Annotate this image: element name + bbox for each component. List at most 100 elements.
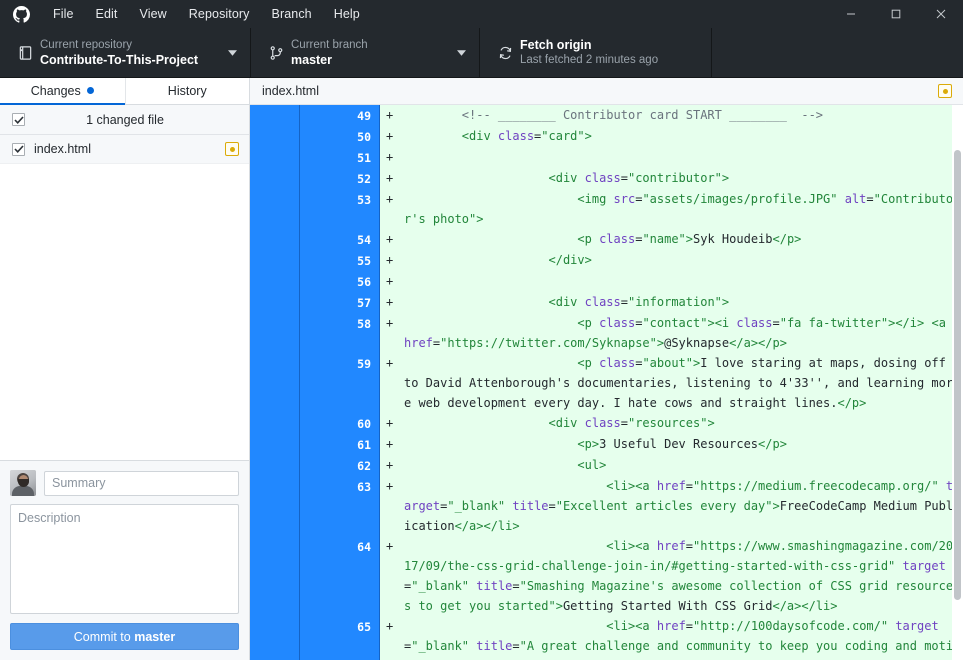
diff-line[interactable]: 63+ <li><a href="https://medium.freecode…	[250, 476, 963, 536]
menu-edit[interactable]: Edit	[85, 0, 129, 28]
diff-line[interactable]: 62+ <ul>	[250, 455, 963, 476]
diff-line-code: <div class="card">	[404, 126, 963, 147]
diff-gutter-old	[250, 147, 300, 168]
diff-line-code	[404, 147, 963, 168]
current-repository-button[interactable]: Current repository Contribute-To-This-Pr…	[0, 28, 251, 77]
diff-gutter-old	[250, 476, 300, 536]
file-checkbox[interactable]	[12, 143, 25, 156]
maximize-icon[interactable]	[873, 0, 918, 28]
diff-line-marker: +	[380, 536, 404, 616]
commit-form: Commit to master	[0, 460, 249, 660]
diff-line-number: 52	[300, 168, 380, 189]
diff-line-marker: +	[380, 455, 404, 476]
select-all-checkbox[interactable]	[12, 113, 25, 126]
diff-file-name: index.html	[262, 84, 938, 98]
title-bar: File Edit View Repository Branch Help	[0, 0, 963, 28]
tab-history[interactable]: History	[125, 78, 250, 105]
diff-line[interactable]: 55+ </div>	[250, 250, 963, 271]
diff-gutter-old	[250, 105, 300, 126]
diff-line[interactable]: 57+ <div class="information">	[250, 292, 963, 313]
current-repository-text: Current repository Contribute-To-This-Pr…	[38, 38, 224, 68]
diff-line-list: 49+ <!-- ________ Contributor card START…	[250, 105, 963, 660]
diff-line[interactable]: 53+ <img src="assets/images/profile.JPG"…	[250, 189, 963, 229]
diff-line-number: 51	[300, 147, 380, 168]
diff-gutter-old	[250, 189, 300, 229]
diff-line-code: <li><a href="https://medium.freecodecamp…	[404, 476, 963, 536]
diff-line-marker: +	[380, 313, 404, 353]
diff-line[interactable]: 61+ <p>3 Useful Dev Resources</p>	[250, 434, 963, 455]
diff-line-code: <div class="contributor">	[404, 168, 963, 189]
diff-line-number: 57	[300, 292, 380, 313]
diff-scroll-area[interactable]: 49+ <!-- ________ Contributor card START…	[250, 105, 963, 660]
menu-help[interactable]: Help	[323, 0, 371, 28]
diff-line-marker: +	[380, 147, 404, 168]
diff-line-marker: +	[380, 353, 404, 413]
diff-line-code: </div>	[404, 250, 963, 271]
diff-gutter-old	[250, 434, 300, 455]
menu-repository[interactable]: Repository	[178, 0, 261, 28]
diff-line[interactable]: 65+ <li><a href="http://100daysofcode.co…	[250, 616, 963, 660]
menu-file[interactable]: File	[42, 0, 85, 28]
diff-line[interactable]: 50+ <div class="card">	[250, 126, 963, 147]
diff-line-marker: +	[380, 250, 404, 271]
list-item[interactable]: index.html	[0, 135, 249, 164]
branch-icon	[263, 45, 289, 61]
diff-line-marker: +	[380, 168, 404, 189]
current-repository-value: Contribute-To-This-Project	[40, 52, 224, 68]
scrollbar-thumb[interactable]	[954, 150, 961, 600]
diff-line-number: 62	[300, 455, 380, 476]
diff-line-number: 59	[300, 353, 380, 413]
chevron-down-icon[interactable]	[453, 50, 469, 56]
chevron-down-icon[interactable]	[224, 50, 240, 56]
file-name: index.html	[34, 142, 225, 156]
diff-line-marker: +	[380, 616, 404, 660]
menu-branch[interactable]: Branch	[261, 0, 323, 28]
diff-line[interactable]: 52+ <div class="contributor">	[250, 168, 963, 189]
diff-gutter-old	[250, 229, 300, 250]
diff-line[interactable]: 56+	[250, 271, 963, 292]
commit-button-prefix: Commit to	[74, 630, 134, 644]
diff-line-code: <li><a href="http://100daysofcode.com/" …	[404, 616, 963, 660]
diff-vertical-scrollbar[interactable]	[953, 105, 962, 660]
menu-bar: File Edit View Repository Branch Help	[42, 0, 371, 28]
diff-gutter-old	[250, 536, 300, 616]
diff-line-number: 56	[300, 271, 380, 292]
changed-files-count: 1 changed file	[25, 113, 249, 127]
user-avatar	[10, 470, 36, 496]
commit-summary-input[interactable]	[44, 471, 239, 496]
diff-header: index.html	[250, 78, 963, 105]
diff-line-marker: +	[380, 413, 404, 434]
diff-line-code: <p class="about">I love staring at maps,…	[404, 353, 963, 413]
tab-changes[interactable]: Changes	[0, 78, 125, 105]
diff-line[interactable]: 59+ <p class="about">I love staring at m…	[250, 353, 963, 413]
commit-button[interactable]: Commit to master	[10, 623, 239, 650]
close-icon[interactable]	[918, 0, 963, 28]
minimize-icon[interactable]	[828, 0, 873, 28]
diff-line[interactable]: 58+ <p class="contact"><i class="fa fa-t…	[250, 313, 963, 353]
diff-gutter-old	[250, 455, 300, 476]
diff-line-code: <img src="assets/images/profile.JPG" alt…	[404, 189, 963, 229]
diff-line[interactable]: 49+ <!-- ________ Contributor card START…	[250, 105, 963, 126]
fetch-origin-button[interactable]: Fetch origin Last fetched 2 minutes ago	[480, 28, 712, 77]
fetch-origin-text: Fetch origin Last fetched 2 minutes ago	[518, 37, 701, 68]
commit-description-input[interactable]	[10, 504, 239, 614]
diff-line[interactable]: 60+ <div class="resources">	[250, 413, 963, 434]
diff-line-number: 63	[300, 476, 380, 536]
menu-view[interactable]: View	[129, 0, 178, 28]
diff-line-code: <div class="resources">	[404, 413, 963, 434]
window-controls	[828, 0, 963, 28]
diff-line-code: <p class="contact"><i class="fa fa-twitt…	[404, 313, 963, 353]
diff-line-marker: +	[380, 126, 404, 147]
toolbar-empty-space	[712, 28, 963, 77]
diff-line[interactable]: 64+ <li><a href="https://www.smashingmag…	[250, 536, 963, 616]
diff-line[interactable]: 51+	[250, 147, 963, 168]
current-branch-button[interactable]: Current branch master	[251, 28, 480, 77]
diff-gutter-old	[250, 250, 300, 271]
diff-gutter-old	[250, 313, 300, 353]
changed-file-list: index.html	[0, 135, 249, 460]
diff-gutter-old	[250, 616, 300, 660]
diff-line-number: 55	[300, 250, 380, 271]
diff-line-marker: +	[380, 292, 404, 313]
diff-line[interactable]: 54+ <p class="name">Syk Houdeib</p>	[250, 229, 963, 250]
diff-line-number: 64	[300, 536, 380, 616]
